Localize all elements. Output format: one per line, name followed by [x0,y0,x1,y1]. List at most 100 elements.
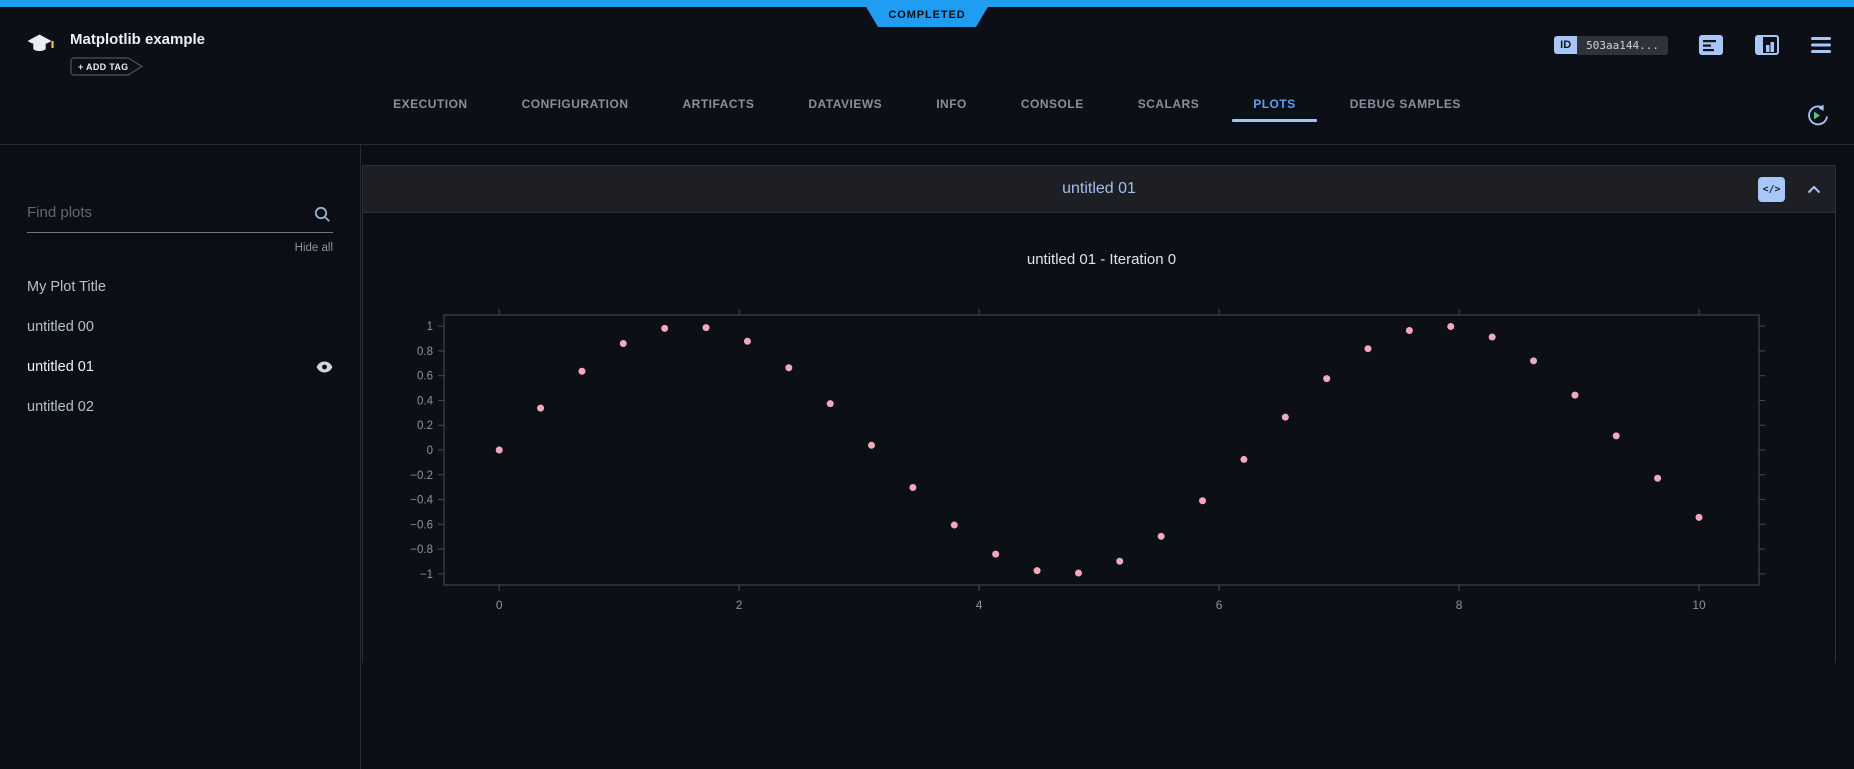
x-tick-label: 2 [736,598,743,612]
plot-card-body: untitled 01 - Iteration 0 0 2 4 6 8 10 1 0.8 0.6… [363,213,1835,663]
y-tick-label: 0.8 [417,346,433,358]
app-header: Matplotlib example + ADD TAG ID 503aa144… [0,7,1854,145]
data-point [909,484,916,491]
experiment-id-chip[interactable]: ID 503aa144... [1554,36,1668,55]
data-point [1323,375,1330,382]
x-tick-label: 10 [1692,598,1706,612]
eye-icon[interactable] [316,361,333,373]
search-box [27,200,333,233]
data-point [578,368,585,375]
tabs: EXECUTION CONFIGURATION ARTIFACTS DATAVIEWS… [0,85,1854,122]
data-point [951,522,958,529]
tab-info[interactable]: INFO [909,85,994,122]
tab-label: ARTIFACTS [683,97,755,111]
data-point [1406,327,1413,334]
y-tick-label: −1 [420,569,433,581]
sidebar-item-untitled-01[interactable]: untitled 01 [27,347,333,387]
tab-execution[interactable]: EXECUTION [366,85,495,122]
data-point [620,340,627,347]
x-tick-label: 6 [1216,598,1223,612]
data-point [827,400,834,407]
experiment-logo-icon [26,34,55,61]
data-point [1116,558,1123,565]
add-tag-button[interactable]: + ADD TAG [70,57,144,76]
search-icon[interactable] [314,206,331,223]
data-point [1364,345,1371,352]
tab-label: EXECUTION [393,97,468,111]
tab-dataviews[interactable]: DATAVIEWS [781,85,909,122]
y-tick-label: 0.6 [417,371,433,383]
sidebar-item-untitled-02[interactable]: untitled 02 [27,387,333,427]
sidebar-item-label: untitled 00 [27,319,94,335]
x-tick-label: 8 [1456,598,1463,612]
tab-label: INFO [936,97,967,111]
y-tick-label: −0.2 [410,470,433,482]
tab-scalars[interactable]: SCALARS [1111,85,1227,122]
y-tick-label: −0.4 [410,495,433,507]
tab-debug-samples[interactable]: DEBUG SAMPLES [1323,85,1488,122]
embed-code-icon[interactable]: </> [1758,177,1785,202]
tab-plots[interactable]: PLOTS [1226,85,1323,122]
data-point [1075,569,1082,576]
y-tick-label: −0.8 [410,544,433,556]
scatter-plot[interactable]: 0 2 4 6 8 10 1 0.8 0.6 0.4 0.2 0 −0.2 −0.4 −0.6 −0.8 −1 [363,213,1835,663]
data-point [992,551,999,558]
y-tick-label: −0.6 [410,519,433,531]
data-point [744,338,751,345]
panel-graph-icon[interactable] [1754,33,1780,57]
sidebar-item-my-plot-title[interactable]: My Plot Title [27,267,333,307]
tab-artifacts[interactable]: ARTIFACTS [656,85,782,122]
plot-frame [444,315,1759,585]
tab-label: CONSOLE [1021,97,1084,111]
data-point [1240,456,1247,463]
data-point [537,405,544,412]
sidebar-item-label: My Plot Title [27,279,106,295]
search-input[interactable] [27,200,303,221]
tab-label: CONFIGURATION [522,97,629,111]
tab-console[interactable]: CONSOLE [994,85,1111,122]
tab-label: SCALARS [1138,97,1200,111]
y-tick-label: 0 [427,445,433,457]
plots-main-area: untitled 01 </> untitled 01 - Iteration … [361,145,1854,769]
plot-card: untitled 01 </> untitled 01 - Iteration … [362,165,1836,663]
y-tick-label: 0.4 [417,395,434,407]
tab-label: DEBUG SAMPLES [1350,97,1461,111]
data-point [703,324,710,331]
chart-title: untitled 01 - Iteration 0 [444,251,1759,268]
sidebar-item-untitled-00[interactable]: untitled 00 [27,307,333,347]
sidebar-item-label: untitled 01 [27,359,94,375]
plot-card-header: untitled 01 </> [363,166,1835,213]
data-point [785,364,792,371]
data-point [1654,475,1661,482]
tab-label: DATAVIEWS [808,97,882,111]
data-point [661,325,668,332]
x-tick-label: 4 [976,598,983,612]
data-point [1489,334,1496,341]
id-badge: ID [1554,36,1577,54]
hamburger-menu-icon[interactable] [1810,36,1832,54]
data-point [1282,414,1289,421]
data-point [1447,323,1454,330]
status-label: COMPLETED [888,9,965,21]
hide-all-button[interactable]: Hide all [27,242,333,254]
x-tick-label: 0 [496,598,503,612]
tab-configuration[interactable]: CONFIGURATION [495,85,656,122]
plots-sidebar: Hide all My Plot Title untitled 00 untitle… [0,145,361,769]
data-point [496,447,503,454]
data-point [1158,533,1165,540]
data-point [1034,567,1041,574]
data-point [1571,392,1578,399]
plot-card-title: untitled 01 [1062,180,1136,198]
add-tag-label: + ADD TAG [78,62,128,72]
details-lines-icon[interactable] [1698,33,1724,57]
sidebar-item-label: untitled 02 [27,399,94,415]
auto-refresh-icon[interactable] [1803,102,1830,129]
status-badge: COMPLETED [862,0,992,27]
y-tick-label: 1 [427,321,433,333]
y-tick-label: 0.2 [417,420,433,432]
plot-list: My Plot Title untitled 00 untitled 01 untit… [27,267,333,427]
page-title: Matplotlib example [70,31,205,48]
data-point [1696,514,1703,521]
chevron-up-icon[interactable] [1807,185,1821,194]
tab-label: PLOTS [1253,97,1296,111]
